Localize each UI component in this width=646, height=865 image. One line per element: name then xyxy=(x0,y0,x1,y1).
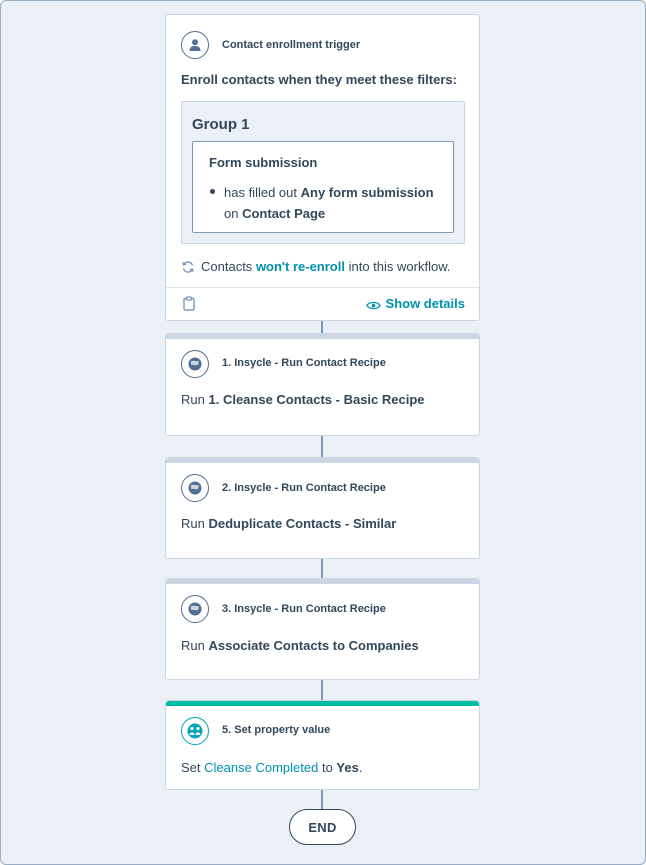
action-description: Run Deduplicate Contacts - Similar xyxy=(181,516,396,531)
show-details-button[interactable]: Show details xyxy=(365,296,465,311)
action-title: 1. Insycle - Run Contact Recipe xyxy=(222,357,386,369)
set-label: Set xyxy=(181,760,201,775)
insycle-icon xyxy=(181,595,209,623)
set-description: Set Cleanse Completed to Yes. xyxy=(181,760,362,775)
card-accent-bar xyxy=(166,701,479,706)
bullet-dot xyxy=(210,189,215,194)
connector-line xyxy=(321,790,323,809)
action-card-1[interactable]: 1. Insycle - Run Contact Recipe Run 1. C… xyxy=(165,333,480,436)
filter-target: on Contact Page xyxy=(224,206,325,221)
reenroll-text: Contacts won't re-enroll into this workf… xyxy=(201,259,450,274)
filter-group: Group 1 Form submission has filled out A… xyxy=(181,101,465,244)
clipboard-icon[interactable] xyxy=(183,296,195,311)
group-title: Group 1 xyxy=(192,116,250,133)
run-label: Run xyxy=(181,638,205,653)
end-node[interactable]: END xyxy=(289,809,356,845)
refresh-icon xyxy=(181,260,195,274)
insycle-icon xyxy=(181,474,209,502)
action-description: Run 1. Cleanse Contacts - Basic Recipe xyxy=(181,392,425,407)
card-accent-bar xyxy=(166,579,479,584)
card-divider xyxy=(166,287,479,288)
connector-line xyxy=(321,436,323,457)
filter-title: Form submission xyxy=(209,155,318,170)
reenroll-link[interactable]: won't re-enroll xyxy=(256,259,345,274)
connector-line xyxy=(321,321,323,333)
trigger-title: Contact enrollment trigger xyxy=(222,39,361,51)
reenroll-suffix: into this workflow. xyxy=(348,259,451,274)
people-icon xyxy=(181,717,209,745)
filter-page: Contact Page xyxy=(242,206,326,221)
card-accent-bar xyxy=(166,458,479,463)
action-title: 3. Insycle - Run Contact Recipe xyxy=(222,603,386,615)
filter-prefix: has filled out xyxy=(224,185,297,200)
filter-card[interactable]: Form submission has filled out Any form … xyxy=(192,141,454,233)
recipe-name: Deduplicate Contacts - Similar xyxy=(208,516,397,531)
action-card-3[interactable]: 3. Insycle - Run Contact Recipe Run Asso… xyxy=(165,578,480,680)
set-property-card[interactable]: 5. Set property value Set Cleanse Comple… xyxy=(165,700,480,790)
recipe-name: 1. Cleanse Contacts - Basic Recipe xyxy=(208,392,425,407)
workflow-canvas: Contact enrollment trigger Enroll contac… xyxy=(0,0,646,865)
property-link[interactable]: Cleanse Completed xyxy=(204,760,318,775)
connector-line xyxy=(321,559,323,578)
insycle-icon xyxy=(181,350,209,378)
enrollment-trigger-card[interactable]: Contact enrollment trigger Enroll contac… xyxy=(165,14,480,321)
property-value: Yes xyxy=(336,760,359,775)
filter-on: on xyxy=(224,206,239,221)
filter-condition: has filled out Any form submission xyxy=(224,185,434,200)
reenroll-prefix: Contacts xyxy=(201,259,253,274)
show-details-label: Show details xyxy=(385,296,465,311)
action-title: 2. Insycle - Run Contact Recipe xyxy=(222,482,386,494)
action-description: Run Associate Contacts to Companies xyxy=(181,638,419,653)
run-label: Run xyxy=(181,392,205,407)
user-icon xyxy=(181,31,209,59)
eye-icon xyxy=(365,298,381,310)
action-title: 5. Set property value xyxy=(222,724,331,736)
action-card-2[interactable]: 2. Insycle - Run Contact Recipe Run Dedu… xyxy=(165,457,480,559)
period: . xyxy=(358,760,363,775)
card-accent-bar xyxy=(166,334,479,339)
to-label: to xyxy=(321,760,333,775)
filter-value: Any form submission xyxy=(300,185,434,200)
connector-line xyxy=(321,680,323,700)
run-label: Run xyxy=(181,516,205,531)
trigger-heading: Enroll contacts when they meet these fil… xyxy=(181,72,457,87)
recipe-name: Associate Contacts to Companies xyxy=(208,638,419,653)
